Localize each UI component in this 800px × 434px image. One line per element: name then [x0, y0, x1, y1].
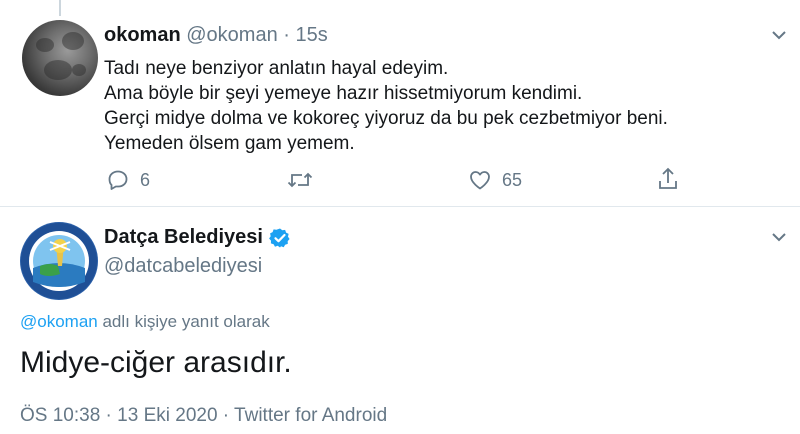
reply-text: Midye-ciğer arasıdır. — [20, 346, 292, 379]
avatar[interactable] — [20, 222, 98, 300]
thread-line — [59, 0, 61, 16]
tweet-line: Ama böyle bir şeyi yemeye hazır hissetmi… — [104, 83, 583, 104]
retweet-icon — [287, 172, 313, 188]
author-name[interactable]: Datça Belediyesi — [104, 226, 263, 249]
tweet-line: Tadı neye benziyor anlatın hayal edeyim. — [104, 58, 449, 79]
chevron-down-icon[interactable] — [768, 24, 790, 46]
share-icon — [659, 167, 677, 189]
reply-header: Datça Belediyesi @datcabelediyesi — [104, 226, 291, 278]
reply-author[interactable]: Datça Belediyesi — [104, 226, 291, 249]
share-button[interactable] — [656, 166, 680, 192]
verified-badge-icon — [269, 228, 290, 247]
tweet-line: Yemeden ölsem gam yemem. — [104, 133, 355, 154]
heart-icon — [470, 171, 490, 190]
tweet-line: Gerçi midye dolma ve kokoreç yiyoruz da … — [104, 108, 668, 129]
tweet-header: okoman @okoman · 15s — [104, 24, 328, 47]
original-tweet[interactable]: okoman @okoman · 15s Tadı neye benziyor … — [0, 0, 800, 206]
author-handle[interactable]: @okoman — [186, 24, 277, 46]
divider — [0, 206, 800, 207]
replying-to: @okoman adlı kişiye yanıt olarak — [20, 312, 270, 332]
avatar[interactable] — [22, 20, 98, 96]
reply-button[interactable]: 6 — [106, 168, 150, 192]
like-button[interactable]: 65 — [468, 168, 522, 192]
chevron-down-icon[interactable] — [768, 226, 790, 248]
tweet-meta[interactable]: ÖS 10:38 · 13 Eki 2020 · Twitter for And… — [20, 405, 387, 427]
municipality-logo-icon — [21, 223, 97, 299]
replying-to-link[interactable]: @okoman — [20, 312, 98, 331]
author-handle[interactable]: @datcabelediyesi — [104, 255, 291, 278]
replying-to-label: adlı kişiye yanıt olarak — [97, 312, 270, 331]
tweet-actions: 6 65 — [0, 166, 800, 196]
reply-count: 6 — [140, 169, 151, 190]
timestamp[interactable]: 15s — [296, 24, 328, 46]
separator: · — [283, 24, 290, 46]
like-count: 65 — [502, 169, 523, 190]
reply-icon — [108, 170, 128, 190]
tweet-text: Tadı neye benziyor anlatın hayal edeyim.… — [104, 56, 668, 156]
author-name[interactable]: okoman — [104, 24, 181, 46]
retweet-button[interactable] — [286, 168, 314, 192]
